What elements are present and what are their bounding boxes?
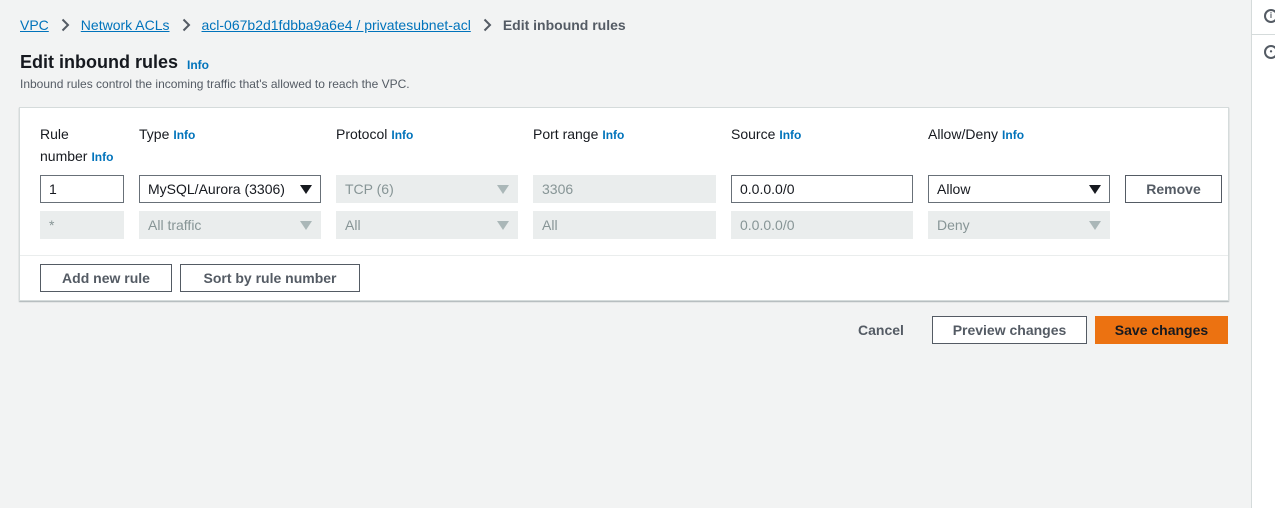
port-range-info-link[interactable]: Info bbox=[602, 128, 624, 142]
default-type-value: All traffic bbox=[148, 217, 202, 233]
allow-deny-label: Allow/Deny bbox=[928, 126, 999, 142]
source-info-link[interactable]: Info bbox=[779, 128, 801, 142]
caret-down-icon bbox=[300, 221, 312, 230]
rule-number-label-line2: number bbox=[40, 148, 88, 164]
chevron-right-icon bbox=[61, 18, 70, 32]
type-info-link[interactable]: Info bbox=[173, 128, 195, 142]
cancel-button[interactable]: Cancel bbox=[858, 322, 904, 338]
rules-panel: Rule number Info Type Info Protocol Info Po… bbox=[19, 107, 1229, 301]
save-changes-button[interactable]: Save changes bbox=[1095, 316, 1228, 344]
port-range-label: Port range bbox=[533, 126, 599, 142]
settings-hex-icon[interactable]: • bbox=[1264, 45, 1275, 59]
allow-deny-info-link[interactable]: Info bbox=[1002, 128, 1024, 142]
caret-down-icon bbox=[497, 221, 509, 230]
column-header-allow-deny: Allow/Deny Info bbox=[928, 123, 1024, 146]
type-select-value: MySQL/Aurora (3306) bbox=[148, 181, 285, 197]
type-select[interactable]: MySQL/Aurora (3306) bbox=[139, 175, 321, 203]
default-allow-deny-value: Deny bbox=[937, 217, 970, 233]
default-source: 0.0.0.0/0 bbox=[731, 211, 913, 239]
breadcrumb-current: Edit inbound rules bbox=[502, 17, 626, 33]
source-label: Source bbox=[731, 126, 776, 142]
rule-number-label-line1: Rule bbox=[40, 126, 69, 142]
breadcrumb-link-network-acls[interactable]: Network ACLs bbox=[81, 17, 170, 33]
column-header-source: Source Info bbox=[731, 123, 801, 146]
default-type-select: All traffic bbox=[139, 211, 321, 239]
caret-down-icon bbox=[1089, 221, 1101, 230]
sort-by-rule-number-button[interactable]: Sort by rule number bbox=[180, 264, 360, 292]
default-port-range: All bbox=[533, 211, 716, 239]
port-range-input: 3306 bbox=[533, 175, 716, 203]
panel-divider bbox=[20, 255, 1228, 256]
right-utility-rail bbox=[1251, 0, 1275, 508]
protocol-label: Protocol bbox=[336, 126, 388, 142]
page-title: Edit inbound rules bbox=[20, 52, 178, 72]
title-info-link[interactable]: Info bbox=[187, 58, 209, 72]
column-header-protocol: Protocol Info bbox=[336, 123, 413, 146]
column-header-type: Type Info bbox=[139, 123, 195, 146]
type-label: Type bbox=[139, 126, 170, 142]
protocol-select: TCP (6) bbox=[336, 175, 518, 203]
protocol-info-link[interactable]: Info bbox=[391, 128, 413, 142]
column-header-rule-number: Rule number Info bbox=[40, 123, 113, 168]
default-protocol-value: All bbox=[345, 217, 361, 233]
caret-down-icon bbox=[1089, 185, 1101, 194]
info-circle-icon[interactable]: i bbox=[1264, 9, 1275, 23]
allow-deny-select-value: Allow bbox=[937, 181, 971, 197]
preview-changes-button[interactable]: Preview changes bbox=[932, 316, 1087, 344]
default-protocol-select: All bbox=[336, 211, 518, 239]
rail-divider bbox=[1252, 34, 1275, 35]
column-header-port-range: Port range Info bbox=[533, 123, 624, 146]
add-new-rule-button[interactable]: Add new rule bbox=[40, 264, 172, 292]
protocol-select-value: TCP (6) bbox=[345, 181, 394, 197]
chevron-right-icon bbox=[483, 18, 492, 32]
rule-number-info-link[interactable]: Info bbox=[91, 150, 113, 164]
breadcrumb: VPC Network ACLs acl-067b2d1fdbba9a6e4 /… bbox=[20, 16, 626, 34]
caret-down-icon bbox=[300, 185, 312, 194]
remove-rule-button[interactable]: Remove bbox=[1125, 175, 1222, 203]
page-description: Inbound rules control the incoming traff… bbox=[20, 77, 410, 91]
default-rule-number: * bbox=[40, 211, 124, 239]
default-allow-deny-select: Deny bbox=[928, 211, 1110, 239]
rule-number-input[interactable]: 1 bbox=[40, 175, 124, 203]
breadcrumb-link-vpc[interactable]: VPC bbox=[20, 17, 49, 33]
breadcrumb-link-acl[interactable]: acl-067b2d1fdbba9a6e4 / privatesubnet-ac… bbox=[202, 17, 471, 33]
caret-down-icon bbox=[497, 185, 509, 194]
chevron-right-icon bbox=[182, 18, 191, 32]
source-input[interactable]: 0.0.0.0/0 bbox=[731, 175, 913, 203]
allow-deny-select[interactable]: Allow bbox=[928, 175, 1110, 203]
